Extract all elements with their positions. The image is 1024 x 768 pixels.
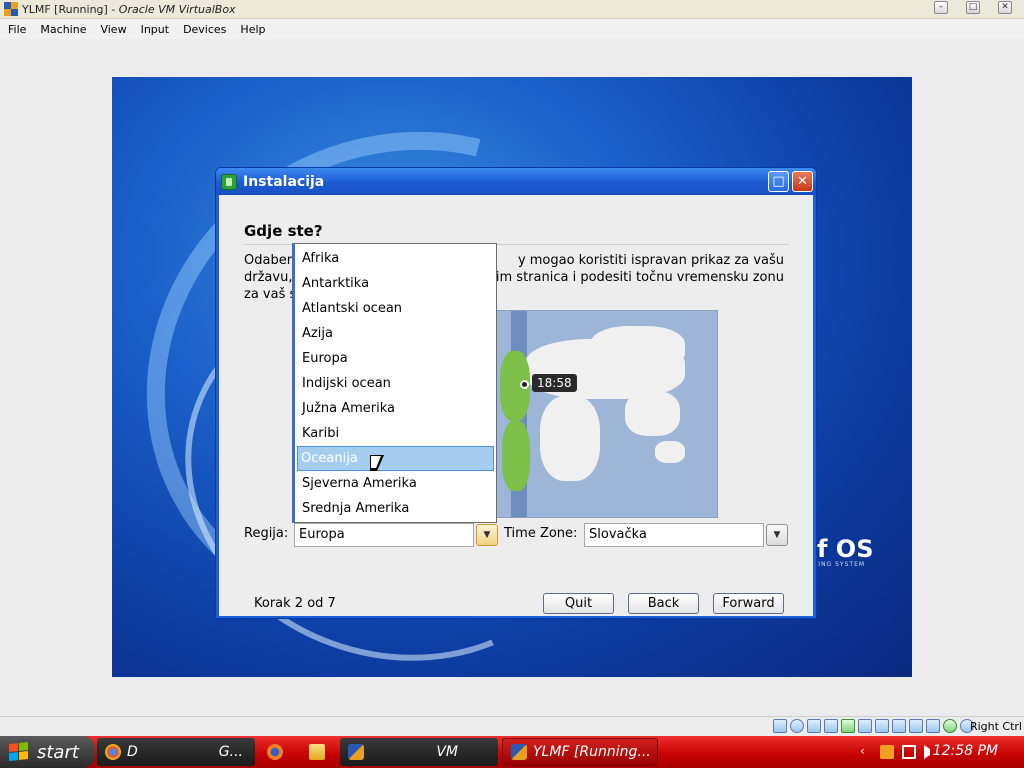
dialog-titlebar[interactable]: Instalacija □ ✕: [216, 168, 816, 195]
taskbar-item-ylmf-vm[interactable]: YLMF [Running...: [502, 738, 658, 766]
dropdown-option-afrika[interactable]: Afrika: [295, 246, 496, 271]
menu-input[interactable]: Input: [135, 23, 175, 36]
network-icon[interactable]: [841, 719, 855, 733]
map-landmass: [655, 441, 685, 463]
virtualbox-icon: [511, 744, 527, 760]
region-dropdown-chevron-icon[interactable]: ▼: [476, 524, 498, 546]
menu-file[interactable]: File: [2, 23, 32, 36]
region-dropdown-list[interactable]: Afrika Antarktika Atlantski ocean Azija …: [292, 243, 497, 523]
timezone-combo[interactable]: Slovačka: [584, 523, 764, 547]
recording-icon[interactable]: [909, 719, 923, 733]
start-button[interactable]: start: [0, 736, 95, 768]
dialog-close-button[interactable]: ✕: [792, 171, 813, 192]
dropdown-option-karibi[interactable]: Karibi: [295, 421, 496, 446]
dialog-title: Instalacija: [243, 173, 325, 190]
chrome-icon: [105, 744, 121, 760]
os-logo: f OS: [817, 535, 874, 563]
menu-machine[interactable]: Machine: [34, 23, 92, 36]
vbox-window-title: YLMF [Running] - Oracle VM VirtualBox: [22, 2, 236, 16]
virtualbox-icon: [4, 2, 18, 16]
dropdown-option-srednja-amerika[interactable]: Srednja Amerika: [295, 496, 496, 521]
folder-icon[interactable]: [309, 744, 325, 760]
shared-folders-icon[interactable]: [875, 719, 889, 733]
host-key-label: Right Ctrl: [969, 720, 1022, 733]
floppy-icon[interactable]: [807, 719, 821, 733]
vbox-menubar: File Machine View Input Devices Help: [0, 19, 1024, 39]
dropdown-option-indijski-ocean[interactable]: Indijski ocean: [295, 371, 496, 396]
mouse-pointer-icon: [370, 455, 384, 471]
vbox-titlebar: YLMF [Running] - Oracle VM VirtualBox – …: [0, 0, 1024, 19]
virtualbox-icon: [348, 744, 364, 760]
os-logo-subtitle: ATING SYSTEM: [809, 561, 866, 568]
dropdown-option-europa[interactable]: Europa: [295, 346, 496, 371]
dropdown-option-azija[interactable]: Azija: [295, 321, 496, 346]
tray-app-icon[interactable]: [880, 745, 894, 759]
taskbar-clock[interactable]: 12:58 PM: [933, 743, 998, 759]
dropdown-option-juzna-amerika[interactable]: Južna Amerika: [295, 396, 496, 421]
dropdown-option-antarktika[interactable]: Antarktika: [295, 271, 496, 296]
windows-flag-icon: [9, 742, 29, 762]
back-button[interactable]: Back: [628, 593, 699, 614]
region-combo[interactable]: Europa: [294, 523, 474, 547]
map-time-label: 18:58: [532, 374, 577, 392]
dropdown-option-sjeverna-amerika[interactable]: Sjeverna Amerika: [295, 471, 496, 496]
forward-button[interactable]: Forward: [713, 593, 784, 614]
usb-icon[interactable]: [858, 719, 872, 733]
mouse-integration-icon[interactable]: [943, 719, 957, 733]
dialog-maximize-button[interactable]: □: [768, 171, 789, 192]
map-landmass: [590, 326, 685, 371]
vbox-minimize-button[interactable]: –: [934, 1, 948, 14]
timezone-label: Time Zone:: [504, 526, 578, 541]
optical-drive-icon[interactable]: [790, 719, 804, 733]
tray-expand-icon[interactable]: ‹: [860, 744, 865, 758]
display-icon[interactable]: [892, 719, 906, 733]
map-landmass: [540, 396, 600, 481]
step-indicator: Korak 2 od 7: [254, 596, 336, 611]
location-marker-icon: [520, 380, 529, 389]
taskbar-item-virtualbox-manager[interactable]: VM: [340, 738, 498, 766]
menu-view[interactable]: View: [94, 23, 132, 36]
installer-icon: [221, 173, 237, 190]
system-tray: ‹ 12:58 PM: [854, 736, 1024, 768]
menu-help[interactable]: Help: [234, 23, 271, 36]
map-landmass: [625, 391, 680, 436]
vbox-maximize-button[interactable]: □: [966, 1, 980, 14]
quit-button[interactable]: Quit: [543, 593, 614, 614]
network-tray-icon[interactable]: [902, 745, 916, 759]
dropdown-option-atlantski-ocean[interactable]: Atlantski ocean: [295, 296, 496, 321]
map-region-highlight: [502, 421, 530, 491]
vbox-close-button[interactable]: ✕: [998, 1, 1012, 14]
hard-disk-icon[interactable]: [773, 719, 787, 733]
region-label: Regija:: [244, 526, 289, 541]
virtualization-icon[interactable]: [926, 719, 940, 733]
audio-icon[interactable]: [824, 719, 838, 733]
menu-devices[interactable]: Devices: [177, 23, 232, 36]
vbox-statusbar: Right Ctrl: [0, 716, 1024, 736]
firefox-icon[interactable]: [267, 744, 283, 760]
start-label: start: [37, 741, 79, 763]
windows-taskbar: start D G... VM YLMF [Running... ‹ 12:58…: [0, 736, 1024, 768]
timezone-dropdown-chevron-icon[interactable]: ▼: [766, 524, 788, 546]
page-heading: Gdje ste?: [244, 222, 323, 240]
timezone-map[interactable]: 18:58: [479, 310, 718, 518]
taskbar-item-browser[interactable]: D G...: [97, 738, 255, 766]
dropdown-option-oceanija[interactable]: Oceanija: [297, 446, 494, 471]
